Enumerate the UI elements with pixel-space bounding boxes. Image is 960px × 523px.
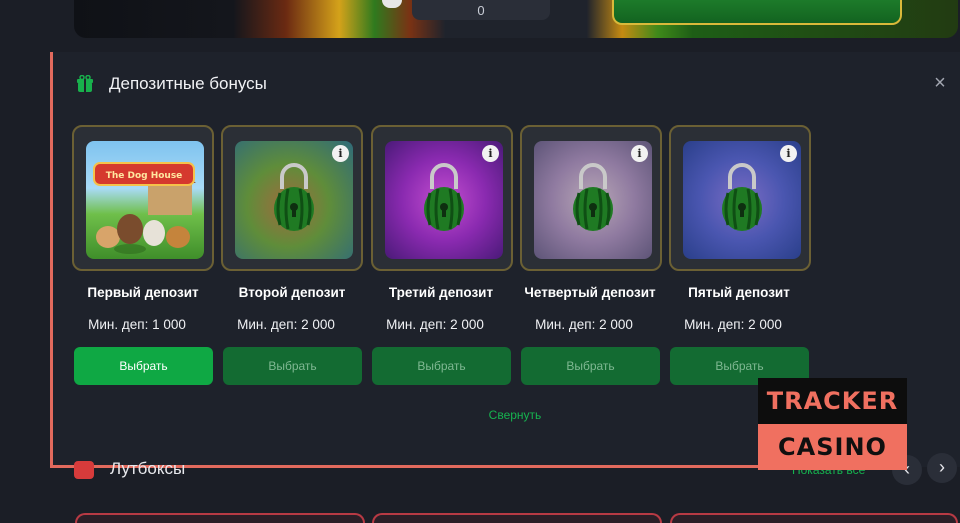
- min-deposit-fifth: Мин. деп: 2 000: [684, 317, 782, 332]
- choose-button-third[interactable]: Выбрать: [372, 347, 511, 385]
- panel-title: Депозитные бонусы: [109, 74, 267, 93]
- bonus-card-second[interactable]: i: [221, 125, 363, 271]
- bonus-card-first[interactable]: The Dog House: [72, 125, 214, 271]
- lootbox-card[interactable]: [670, 513, 958, 523]
- app-screen: 0 Депозитные бонусы × The Dog House i i …: [0, 0, 960, 523]
- lootboxes-title: Лутбоксы: [110, 459, 186, 478]
- info-icon[interactable]: i: [631, 145, 648, 162]
- card-title-third: Третий депозит: [388, 285, 494, 300]
- bonus-card-fifth[interactable]: i: [669, 125, 811, 271]
- card-title-second: Второй депозит: [238, 285, 346, 300]
- locked-game-image: i: [534, 141, 652, 259]
- bonus-card-fourth[interactable]: i: [520, 125, 662, 271]
- dog-house-illustration: The Dog House: [93, 162, 196, 254]
- min-deposit-fourth: Мин. деп: 2 000: [535, 317, 633, 332]
- card-title-fourth: Четвертый депозит: [524, 285, 656, 300]
- lootbox-icon: [74, 461, 94, 479]
- locked-game-image: i: [683, 141, 801, 259]
- gift-icon: [77, 75, 93, 92]
- collapse-link[interactable]: Свернуть: [465, 408, 565, 422]
- info-icon[interactable]: i: [332, 145, 349, 162]
- bonus-card-third[interactable]: i: [371, 125, 513, 271]
- watermark-tracker: TRACKER: [758, 378, 907, 424]
- bonus-cards: The Dog House i i i i: [72, 125, 812, 275]
- close-icon[interactable]: ×: [931, 73, 949, 93]
- next-arrow-icon[interactable]: ›: [927, 453, 957, 483]
- card-title-first: Первый депозит: [87, 285, 199, 300]
- watermelon-lock-icon: [573, 163, 613, 231]
- locked-game-image: i: [235, 141, 353, 259]
- watermelon-lock-icon: [274, 163, 314, 231]
- choose-button-first[interactable]: Выбрать: [74, 347, 213, 385]
- dog-house-game-image: The Dog House: [86, 141, 204, 259]
- dog-house-logo: The Dog House: [106, 171, 183, 181]
- min-deposit-first: Мин. деп: 1 000: [88, 317, 186, 332]
- min-deposit-second: Мин. деп: 2 000: [237, 317, 335, 332]
- min-deposit-third: Мин. деп: 2 000: [386, 317, 484, 332]
- top-action-button[interactable]: [612, 0, 902, 25]
- panel-header: Депозитные бонусы: [77, 70, 957, 98]
- watermark-casino: CASINO: [758, 424, 907, 470]
- watermelon-lock-icon: [722, 163, 762, 231]
- amount-field[interactable]: 0: [412, 0, 550, 20]
- choose-button-second[interactable]: Выбрать: [223, 347, 362, 385]
- lootbox-card[interactable]: [75, 513, 365, 523]
- watermelon-lock-icon: [424, 163, 464, 231]
- lootbox-card[interactable]: [372, 513, 662, 523]
- info-icon[interactable]: i: [780, 145, 797, 162]
- locked-game-image: i: [385, 141, 503, 259]
- choose-button-fourth[interactable]: Выбрать: [521, 347, 660, 385]
- card-title-fifth: Пятый депозит: [688, 285, 790, 300]
- info-icon[interactable]: i: [482, 145, 499, 162]
